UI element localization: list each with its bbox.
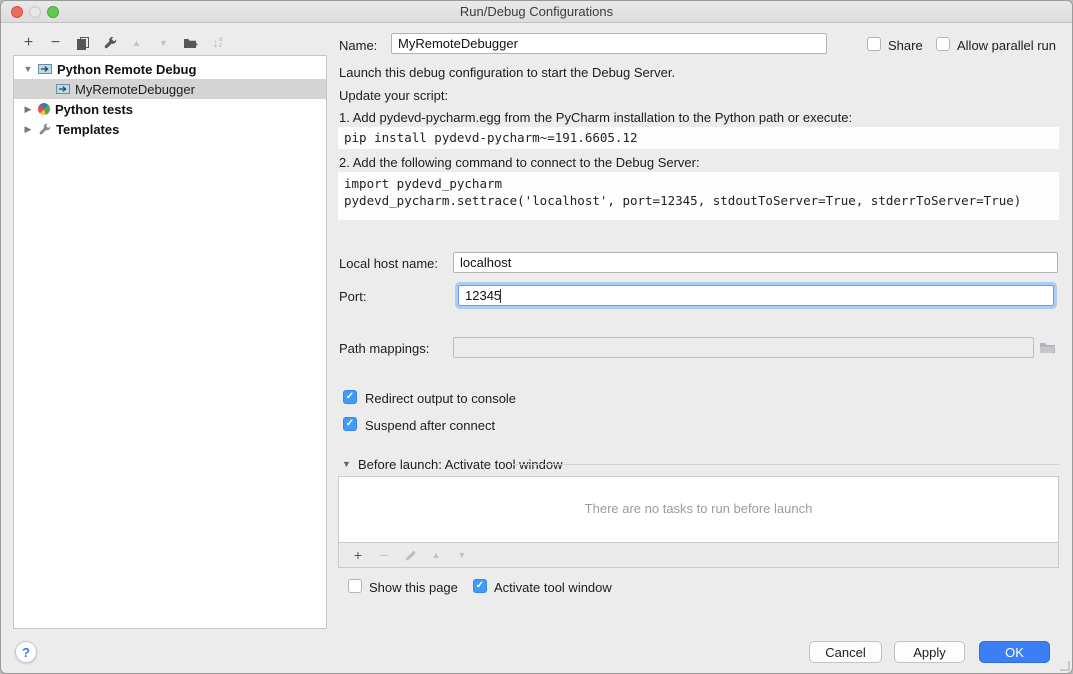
port-label: Port:	[339, 289, 366, 304]
share-checkbox[interactable]	[867, 37, 881, 51]
move-task-down-button[interactable]: ▼	[449, 545, 475, 565]
path-mappings-field[interactable]	[453, 337, 1034, 358]
tree-item-label: MyRemoteDebugger	[75, 82, 195, 97]
expanded-twisty-icon[interactable]: ▼	[22, 64, 34, 74]
move-down-icon: ▼	[458, 550, 467, 560]
intro-text: Launch this debug configuration to start…	[339, 65, 675, 80]
settrace-code-block: import pydevd_pycharm pydevd_pycharm.set…	[338, 172, 1059, 220]
add-configuration-button[interactable]: +	[15, 32, 42, 53]
help-icon: ?	[22, 645, 30, 660]
name-label: Name:	[339, 38, 377, 53]
suspend-after-connect-checkbox[interactable]: ✓	[343, 417, 357, 431]
name-input[interactable]	[391, 33, 827, 54]
remove-icon: −	[380, 547, 388, 563]
window-title: Run/Debug Configurations	[1, 4, 1072, 19]
browse-path-mappings-button[interactable]	[1039, 340, 1056, 354]
apply-button[interactable]: Apply	[894, 641, 965, 663]
remote-debug-config-icon	[56, 83, 70, 95]
cancel-button[interactable]: Cancel	[809, 641, 882, 663]
edit-defaults-button[interactable]	[96, 32, 123, 53]
section-divider	[513, 464, 1059, 465]
move-task-up-button[interactable]: ▲	[423, 545, 449, 565]
add-task-button[interactable]: +	[345, 545, 371, 565]
step1-text: 1. Add pydevd-pycharm.egg from the PyCha…	[339, 110, 852, 125]
redirect-output-checkbox[interactable]: ✓	[343, 390, 357, 404]
show-this-page-label: Show this page	[369, 580, 458, 595]
titlebar: Run/Debug Configurations	[1, 1, 1072, 23]
move-up-icon: ▲	[132, 38, 141, 48]
before-launch-task-list[interactable]: There are no tasks to run before launch	[338, 476, 1059, 543]
collapsed-twisty-icon[interactable]: ▶	[22, 124, 34, 135]
ok-button[interactable]: OK	[979, 641, 1050, 663]
collapsed-twisty-icon[interactable]: ▶	[22, 104, 34, 115]
no-tasks-message: There are no tasks to run before launch	[339, 501, 1058, 516]
move-down-button[interactable]: ▼	[150, 32, 177, 53]
tree-item-python-tests[interactable]: ▶ Python tests	[14, 99, 326, 119]
copy-configuration-button[interactable]	[69, 32, 96, 53]
tree-item-label: Templates	[56, 122, 119, 137]
tree-item-label: Python Remote Debug	[57, 62, 196, 77]
pip-command-code: pip install pydevd-pycharm~=191.6605.12	[338, 127, 1059, 149]
local-host-name-input[interactable]	[453, 252, 1058, 273]
tree-item-python-remote-debug[interactable]: ▼ Python Remote Debug	[14, 59, 326, 79]
resize-grip[interactable]	[1060, 661, 1070, 671]
check-icon: ✓	[476, 581, 484, 591]
move-up-button[interactable]: ▲	[123, 32, 150, 53]
allow-parallel-run-label: Allow parallel run	[957, 38, 1056, 53]
code-line-settrace: pydevd_pycharm.settrace('localhost', por…	[344, 192, 1053, 209]
check-icon: ✓	[346, 419, 354, 429]
tree-item-myremotedebugger[interactable]: MyRemoteDebugger	[14, 79, 326, 99]
update-script-text: Update your script:	[339, 88, 448, 103]
edit-task-button[interactable]	[397, 545, 423, 565]
remove-icon: −	[51, 34, 60, 52]
check-icon: ✓	[346, 392, 354, 402]
redirect-output-label: Redirect output to console	[365, 391, 516, 406]
help-button[interactable]: ?	[15, 641, 37, 663]
python-tests-icon	[38, 103, 50, 115]
move-up-icon: ▲	[432, 550, 441, 560]
configurations-toolbar: + − ▲ ▼ ↓ az	[15, 32, 231, 53]
tree-item-templates[interactable]: ▶ Templates	[14, 119, 326, 139]
remove-configuration-button[interactable]: −	[42, 32, 69, 53]
port-input[interactable]	[458, 285, 1054, 306]
wrench-icon	[103, 36, 117, 50]
text-caret	[500, 289, 501, 303]
templates-wrench-icon	[38, 123, 51, 136]
before-launch-toolbar: + − ▲ ▼	[338, 543, 1059, 568]
step2-text: 2. Add the following command to connect …	[339, 155, 700, 170]
move-down-icon: ▼	[159, 38, 168, 48]
run-debug-configurations-dialog: Run/Debug Configurations + − ▲ ▼ ↓ az ▼	[0, 0, 1073, 674]
share-checkbox-label: Share	[888, 38, 923, 53]
activate-tool-window-label: Activate tool window	[494, 580, 612, 595]
local-host-name-label: Local host name:	[339, 256, 438, 271]
remove-task-button[interactable]: −	[371, 545, 397, 565]
remote-debug-config-icon	[38, 63, 52, 75]
pencil-icon	[404, 549, 417, 562]
path-mappings-label: Path mappings:	[339, 341, 429, 356]
allow-parallel-run-checkbox[interactable]	[936, 37, 950, 51]
show-this-page-checkbox[interactable]	[348, 579, 362, 593]
code-line-import: import pydevd_pycharm	[344, 175, 1053, 192]
tree-item-label: Python tests	[55, 102, 133, 117]
create-folder-button[interactable]	[177, 32, 204, 53]
before-launch-collapse-icon[interactable]: ▼	[342, 459, 351, 469]
sort-icon: ↓ az	[212, 35, 222, 50]
suspend-after-connect-label: Suspend after connect	[365, 418, 495, 433]
copy-icon	[76, 36, 90, 50]
activate-tool-window-checkbox[interactable]: ✓	[473, 579, 487, 593]
add-icon: +	[24, 34, 33, 52]
sort-configurations-button[interactable]: ↓ az	[204, 32, 231, 53]
add-icon: +	[354, 547, 362, 563]
configurations-tree: ▼ Python Remote Debug MyRemoteDebugger ▶…	[13, 55, 327, 629]
folder-icon	[1039, 340, 1056, 354]
new-folder-icon	[183, 36, 198, 50]
